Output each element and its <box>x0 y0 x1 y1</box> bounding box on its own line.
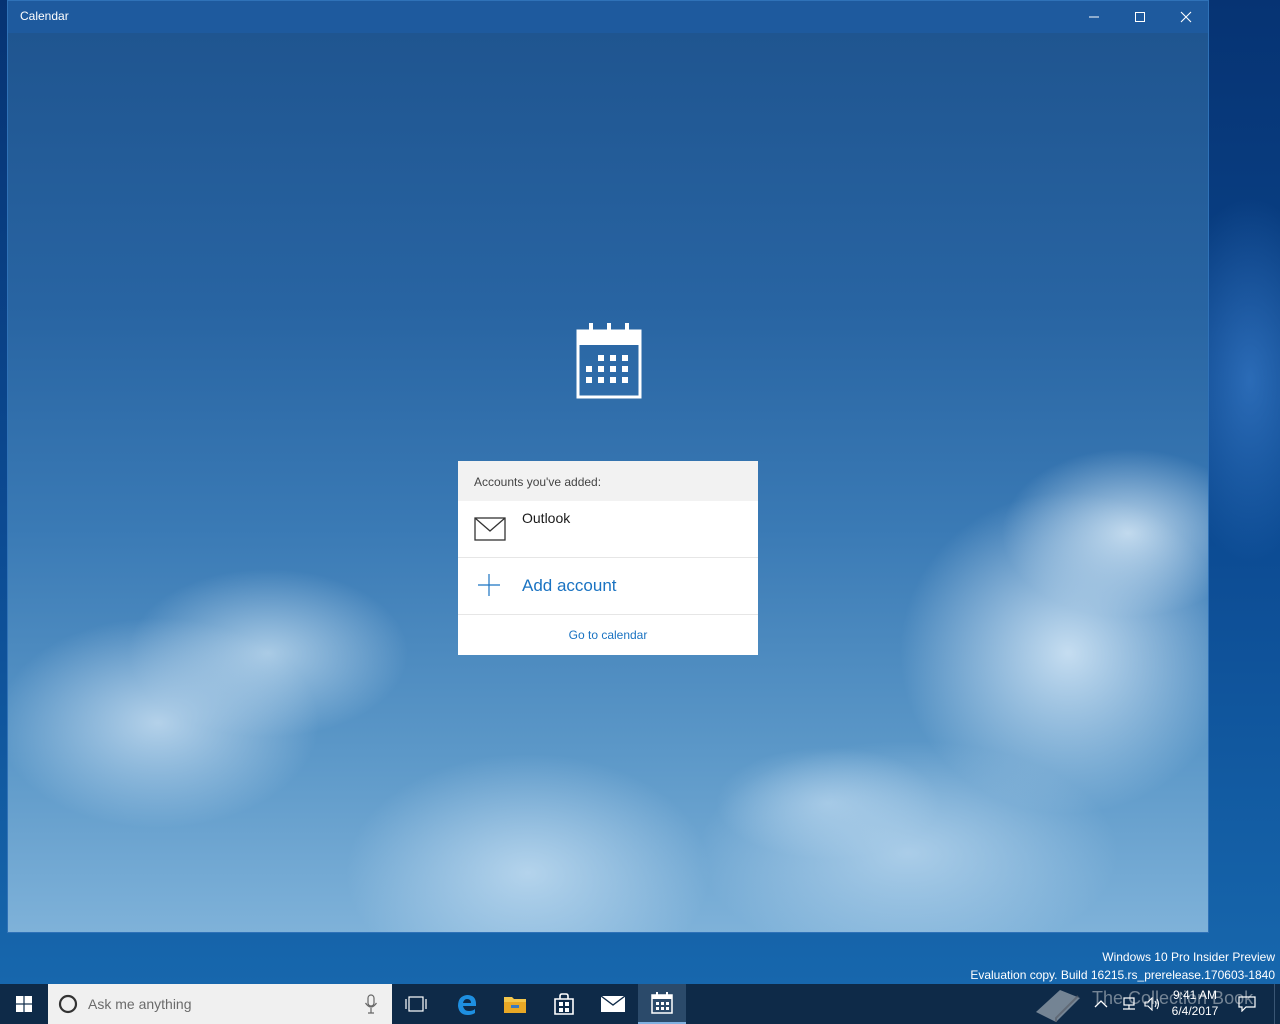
window-title: Calendar <box>20 9 69 23</box>
account-name: Outlook <box>522 510 571 526</box>
calendar-icon <box>576 323 642 399</box>
plus-icon <box>478 574 500 596</box>
minimize-icon <box>1089 16 1099 18</box>
mail-app-button[interactable] <box>589 984 637 1024</box>
mail-icon <box>600 995 626 1012</box>
clock-date: 6/4/2017 <box>1171 1004 1219 1018</box>
calendar-window: Calendar Accounts you've added: Outlook … <box>7 0 1209 933</box>
watermark-edition: Windows 10 Pro Insider Preview <box>1102 950 1275 964</box>
welcome-screen: Accounts you've added: Outlook Add accou… <box>8 33 1208 932</box>
search-placeholder: Ask me anything <box>88 996 192 1012</box>
action-center-button[interactable] <box>1236 984 1258 1024</box>
go-to-calendar-link[interactable]: Go to calendar <box>458 615 758 655</box>
task-view-button[interactable] <box>392 984 440 1024</box>
windows-logo-icon <box>16 996 32 1012</box>
system-tray <box>1094 984 1162 1024</box>
notification-icon <box>1238 996 1256 1012</box>
edge-icon <box>458 995 476 1015</box>
account-item-outlook[interactable]: Outlook <box>458 501 758 558</box>
calendar-app-button[interactable] <box>638 984 686 1024</box>
file-explorer-icon <box>504 997 526 1013</box>
clock-time: 9:41 AM <box>1172 988 1218 1002</box>
watermark-build: Evaluation copy. Build 16215.rs_prerelea… <box>970 968 1275 982</box>
title-bar[interactable]: Calendar <box>8 1 1208 33</box>
chevron-up-icon[interactable] <box>1094 999 1108 1009</box>
maximize-icon <box>1135 12 1145 22</box>
microphone-icon[interactable] <box>364 994 378 1014</box>
task-view-icon <box>405 996 427 1012</box>
accounts-header: Accounts you've added: <box>458 461 758 501</box>
book-icon <box>1036 990 1080 1022</box>
store-button[interactable] <box>540 984 588 1024</box>
start-button[interactable] <box>0 984 48 1024</box>
mail-icon <box>474 517 506 541</box>
show-desktop-button[interactable] <box>1274 984 1280 1024</box>
taskbar: Ask me anything The Collection Book 9:41… <box>0 984 1280 1024</box>
add-account-label: Add account <box>522 576 617 595</box>
store-icon <box>554 993 574 1015</box>
network-icon[interactable] <box>1120 997 1136 1011</box>
calendar-icon <box>651 992 673 1014</box>
clock[interactable]: 9:41 AM 6/4/2017 <box>1160 987 1230 1019</box>
edge-button[interactable] <box>443 984 491 1024</box>
close-icon <box>1180 11 1192 23</box>
file-explorer-button[interactable] <box>491 984 539 1024</box>
add-account-button[interactable]: Add account <box>458 558 758 615</box>
maximize-button[interactable] <box>1117 1 1163 33</box>
search-box[interactable]: Ask me anything <box>48 984 392 1024</box>
close-button[interactable] <box>1163 1 1208 33</box>
accounts-card: Accounts you've added: Outlook Add accou… <box>458 461 758 655</box>
cortana-icon <box>58 994 78 1014</box>
minimize-button[interactable] <box>1071 1 1117 33</box>
